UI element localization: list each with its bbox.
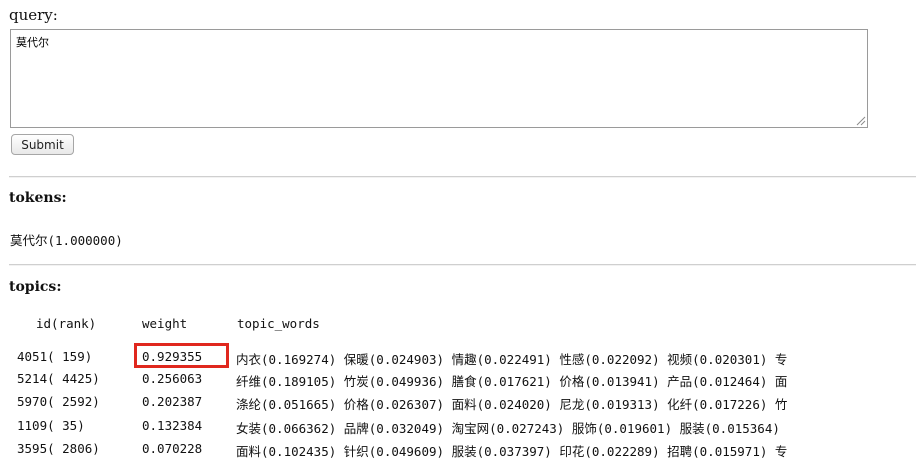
tokens-heading: tokens: [9, 190, 67, 206]
row-topic-words: 纤维(0.189105) 竹炭(0.049936) 膳食(0.017621) 价… [236, 374, 788, 389]
column-header-id-rank: id(rank) [36, 316, 97, 331]
row-weight: 0.202387 [142, 394, 203, 409]
row-id-rank: 3595( 2806) [17, 441, 100, 456]
table-row: 5970( 2592) 0.202387 涤纶(0.051665) 价格(0.0… [17, 394, 916, 413]
query-label: query: [9, 6, 58, 24]
column-header-topic-words: topic_words [237, 316, 320, 331]
row-topic-words: 女装(0.066362) 品牌(0.032049) 淘宝网(0.027243) … [236, 421, 780, 436]
row-weight: 0.070228 [142, 441, 203, 456]
row-topic-words: 内衣(0.169274) 保暖(0.024903) 情趣(0.022491) 性… [236, 352, 788, 367]
column-header-weight: weight [142, 316, 188, 331]
submit-button[interactable]: Submit [11, 134, 74, 155]
topics-heading: topics: [9, 279, 62, 295]
row-id-rank: 4051( 159) [17, 349, 93, 364]
row-topic-words: 涤纶(0.051665) 价格(0.026307) 面料(0.024020) 尼… [236, 397, 788, 412]
tokens-line: 莫代尔(1.000000) [10, 233, 123, 248]
row-weight: 0.256063 [142, 371, 203, 386]
highlight-box [134, 343, 229, 368]
divider [9, 264, 916, 266]
table-row: 3595( 2806) 0.070228 面料(0.102435) 针织(0.0… [17, 441, 916, 460]
row-topic-words: 面料(0.102435) 针织(0.049609) 服装(0.037397) 印… [236, 444, 788, 459]
query-textarea[interactable] [10, 29, 868, 128]
row-weight: 0.132384 [142, 418, 203, 433]
row-id-rank: 1109( 35) [17, 418, 85, 433]
divider [9, 176, 916, 178]
row-id-rank: 5214( 4425) [17, 371, 100, 386]
table-row: 5214( 4425) 0.256063 纤维(0.189105) 竹炭(0.0… [17, 371, 916, 390]
table-row: 1109( 35) 0.132384 女装(0.066362) 品牌(0.032… [17, 418, 916, 437]
row-id-rank: 5970( 2592) [17, 394, 100, 409]
